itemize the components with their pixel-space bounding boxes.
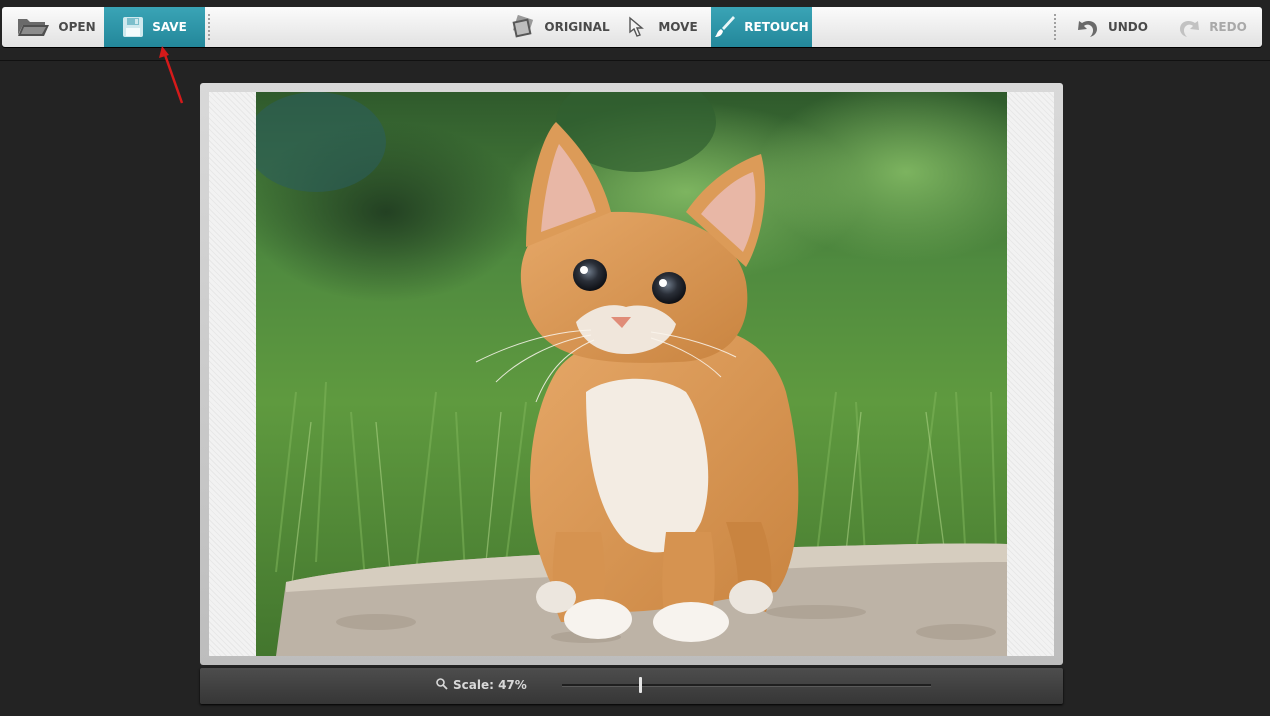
scale-bar: Scale: 47% [200,668,1063,704]
retouch-label: RETOUCH [744,20,809,34]
red-annotation-arrow [159,46,184,104]
save-button[interactable]: SAVE [104,7,205,47]
image-stack-icon [510,15,536,39]
redo-label: REDO [1209,20,1247,34]
move-cursor-icon [626,15,650,39]
canvas-frame [200,83,1063,665]
scale-slider-thumb[interactable] [639,677,642,693]
original-button[interactable]: ORIGINAL [508,7,612,47]
move-button[interactable]: MOVE [616,7,708,47]
undo-button[interactable]: UNDO [1064,7,1160,47]
open-label: OPEN [58,20,96,34]
retouch-button[interactable]: RETOUCH [711,7,812,47]
main-toolbar: OPEN SAVE ORIGINAL MOVE RETOUCH UNDO RED… [2,7,1262,47]
kitten-photo[interactable] [256,92,1007,656]
undo-arrow-icon [1076,15,1100,39]
toolbar-separator [1054,13,1056,41]
floppy-disk-icon [122,16,144,38]
open-button[interactable]: OPEN [8,7,104,47]
canvas-paper [209,92,1054,656]
redo-arrow-icon [1177,15,1201,39]
original-label: ORIGINAL [544,20,610,34]
kitten-photo-illustration [256,92,1007,656]
scale-slider-track[interactable] [562,677,931,693]
toolbar-separator [208,13,210,41]
save-label: SAVE [152,20,187,34]
scale-label-group: Scale: 47% [436,668,527,702]
undo-label: UNDO [1108,20,1148,34]
magnifier-icon [436,677,448,693]
toolbar-divider [0,60,1270,61]
scale-text: Scale: 47% [453,678,527,692]
folder-open-icon [16,15,50,39]
move-label: MOVE [658,20,698,34]
redo-button[interactable]: REDO [1164,7,1260,47]
brush-icon [714,15,736,39]
